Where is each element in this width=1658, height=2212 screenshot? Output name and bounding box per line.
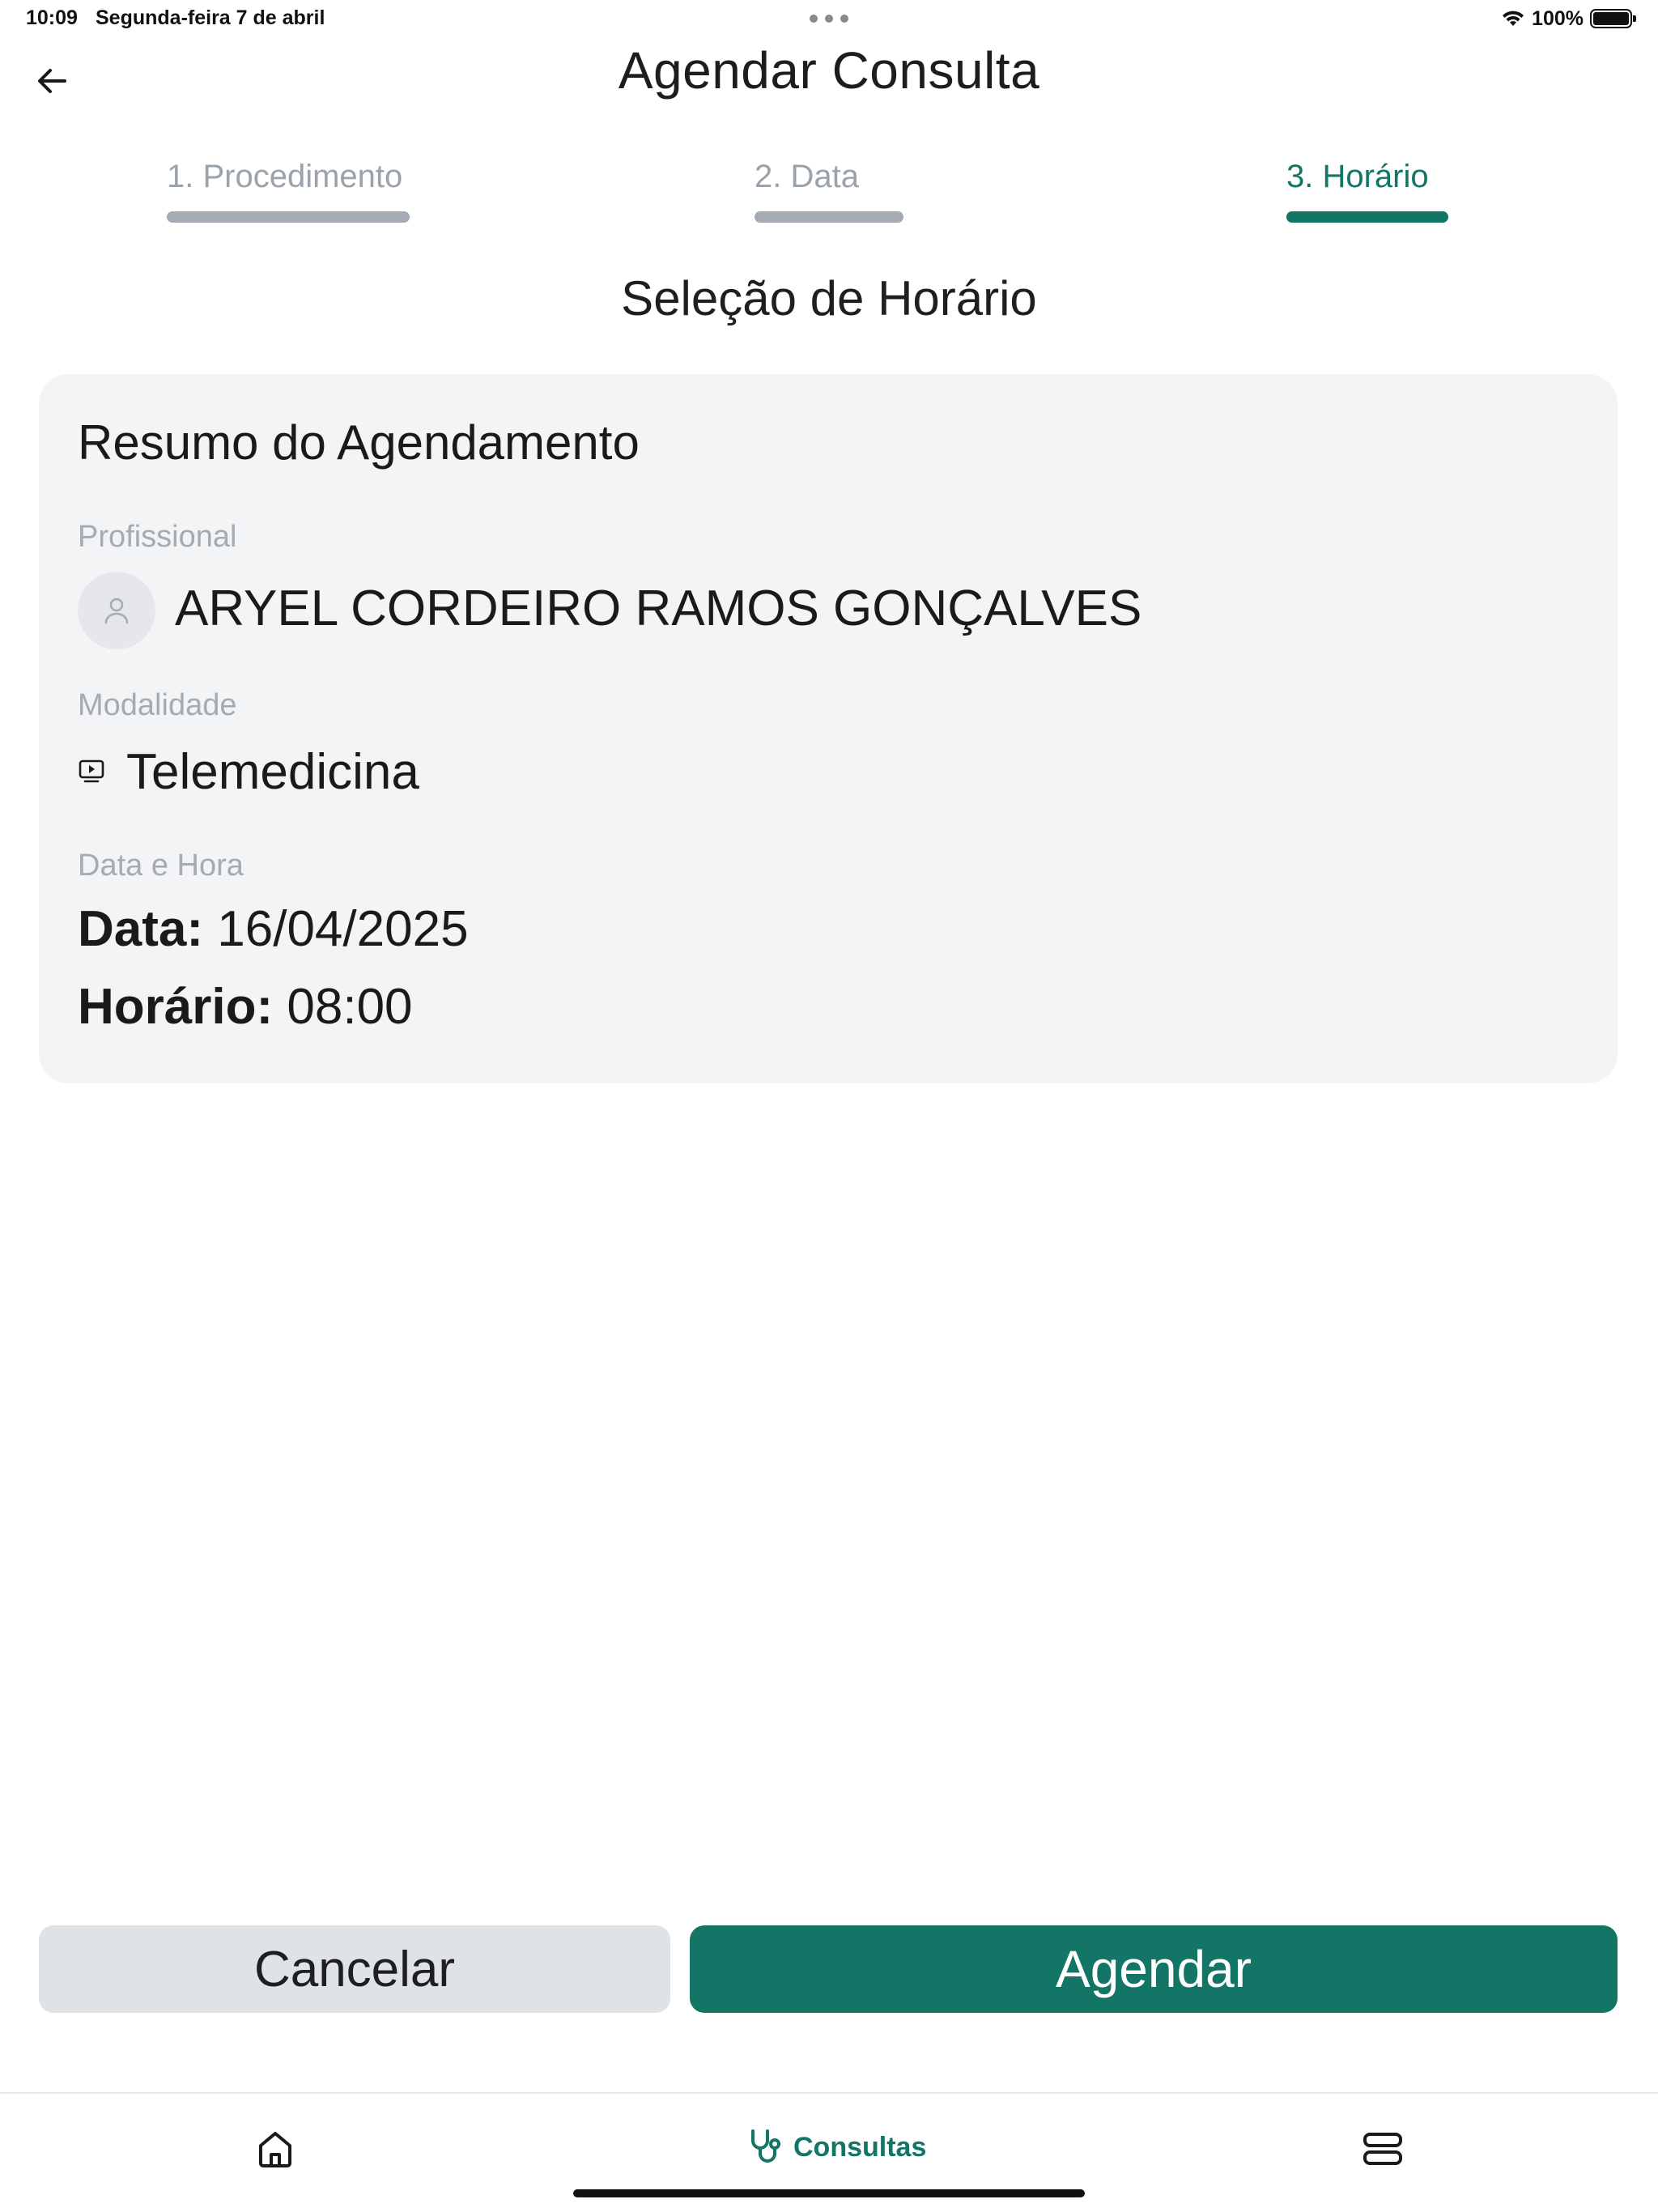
status-bar: 10:09 Segunda-feira 7 de abril 100% <box>0 0 1658 37</box>
professional-name: ARYEL CORDEIRO RAMOS GONÇALVES <box>175 581 1142 636</box>
time-line: Horário: 08:00 <box>78 978 413 1036</box>
datetime-label: Data e Hora <box>78 849 244 883</box>
date-value: 16/04/2025 <box>217 901 469 957</box>
wifi-icon <box>1503 11 1524 26</box>
page-title: Agendar Consulta <box>618 41 1040 100</box>
step-label: 3. Horário <box>1286 159 1429 194</box>
battery-icon <box>1590 9 1636 28</box>
schedule-button[interactable]: Agendar <box>690 1925 1618 2013</box>
step-progress-bar <box>755 211 903 223</box>
step-label: 2. Data <box>755 159 859 194</box>
time-value: 08:00 <box>287 979 413 1035</box>
step-horario[interactable]: 3. Horário <box>1286 159 1448 223</box>
professional-label: Profissional <box>78 520 237 554</box>
status-time: 10:09 <box>26 6 78 29</box>
step-data[interactable]: 2. Data <box>755 159 903 223</box>
modality-value: Telemedicina <box>126 744 419 800</box>
nav-consultas-label: Consultas <box>793 2131 927 2163</box>
card-title: Resumo do Agendamento <box>78 415 640 470</box>
time-key: Horário: <box>78 979 274 1035</box>
date-line: Data: 16/04/2025 <box>78 900 469 958</box>
stethoscope-icon <box>751 2129 780 2163</box>
battery-percentage: 100% <box>1532 6 1584 30</box>
multitasking-dots-icon[interactable] <box>810 15 848 23</box>
step-label: 1. Procedimento <box>167 159 403 194</box>
cancel-button[interactable]: Cancelar <box>39 1925 670 2013</box>
date-key: Data: <box>78 901 204 957</box>
nav-consultas[interactable]: Consultas <box>745 2123 926 2172</box>
step-progress-bar <box>167 211 410 223</box>
user-icon <box>104 598 129 624</box>
section-title: Seleção de Horário <box>621 271 1037 325</box>
avatar <box>78 572 155 649</box>
video-screen-icon <box>79 759 104 783</box>
status-date: Segunda-feira 7 de abril <box>96 6 325 29</box>
status-indicators: 100% <box>1501 5 1636 32</box>
modality-label: Modalidade <box>78 688 237 722</box>
home-icon[interactable] <box>253 2126 298 2172</box>
step-procedimento[interactable]: 1. Procedimento <box>167 159 410 223</box>
home-indicator <box>573 2189 1085 2197</box>
summary-card: Resumo do Agendamento Profissional ARYEL… <box>39 374 1618 1083</box>
menu-icon[interactable] <box>1360 2126 1405 2172</box>
step-progress-bar <box>1286 211 1448 223</box>
